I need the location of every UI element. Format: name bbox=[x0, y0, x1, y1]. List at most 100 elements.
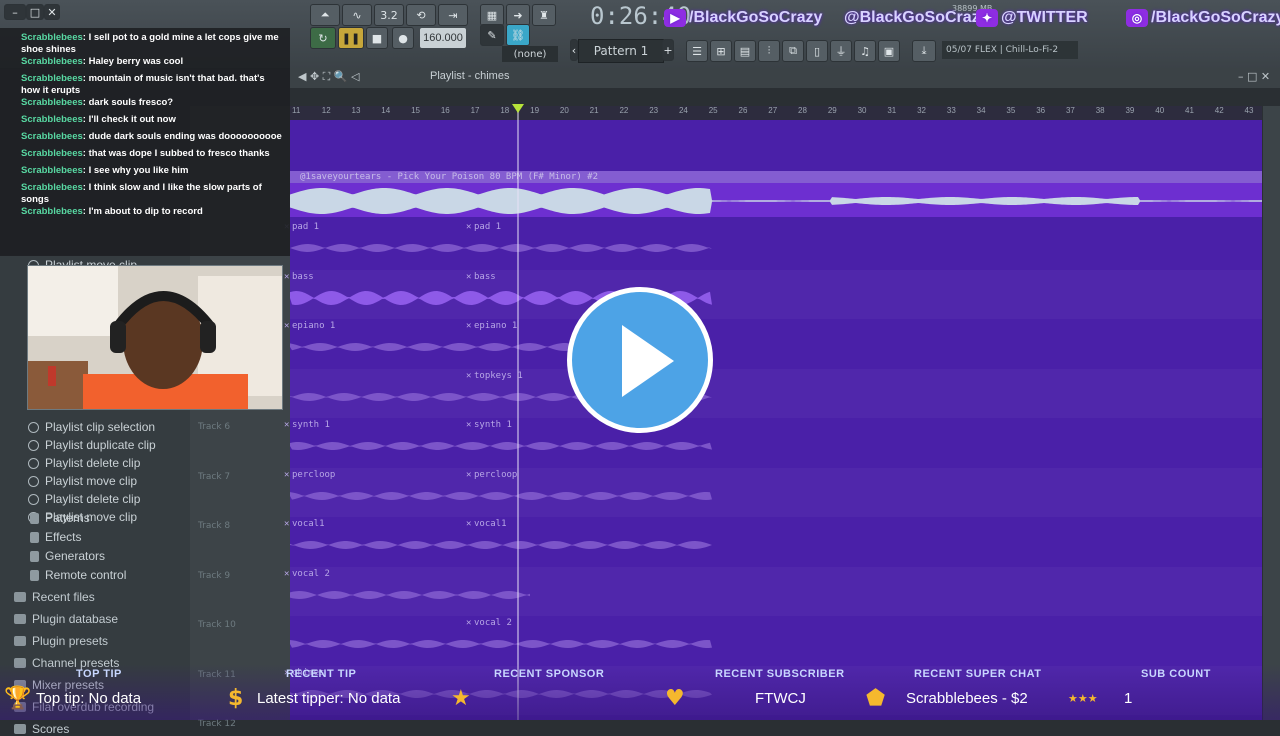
mic-icon[interactable]: ♫ bbox=[854, 40, 876, 62]
loop-record-icon[interactable]: ⟲ bbox=[406, 4, 436, 26]
clip-label[interactable]: epiano 1 bbox=[474, 321, 517, 331]
browser-icon[interactable]: ⧉ bbox=[782, 40, 804, 62]
clip-close-icon[interactable]: ✕ bbox=[466, 371, 471, 381]
clip-label[interactable]: epiano 1 bbox=[292, 321, 335, 331]
clip-label[interactable]: vocal1 bbox=[474, 519, 507, 529]
restore-icon[interactable]: □ bbox=[26, 4, 44, 20]
playlist-tools[interactable]: ◀ ✥ ⛶ 🔍 ◁ bbox=[298, 70, 360, 84]
vertical-scrollbar[interactable] bbox=[1263, 106, 1280, 720]
clip-label[interactable]: pad 1 bbox=[474, 222, 501, 232]
clip-close-icon[interactable]: ✕ bbox=[284, 321, 289, 331]
clip-label[interactable]: vocal1 bbox=[292, 519, 325, 529]
browser-section[interactable]: Plugin database bbox=[14, 612, 118, 626]
clip-close-icon[interactable]: ✕ bbox=[284, 569, 289, 579]
track-lane[interactable]: vocal1 ✕ vocal1 ✕ bbox=[284, 517, 1262, 566]
song-time-display[interactable]: 0:26:40 bbox=[590, 2, 691, 32]
channel-rack-icon[interactable]: ▤ bbox=[734, 40, 756, 62]
track-label[interactable]: Track 12 bbox=[198, 719, 236, 729]
pencil-icon[interactable]: ✎ bbox=[480, 24, 504, 46]
history-item[interactable]: Playlist duplicate clip bbox=[28, 438, 156, 452]
tempo-display[interactable]: 160.000 bbox=[420, 28, 466, 48]
clip-close-icon[interactable]: ✕ bbox=[284, 420, 289, 430]
clip-close-icon[interactable]: ✕ bbox=[466, 321, 471, 331]
clip-close-icon[interactable]: ✕ bbox=[466, 222, 471, 232]
folder-generators[interactable]: Generators bbox=[30, 549, 105, 563]
clip-label[interactable]: synth 1 bbox=[474, 420, 512, 430]
history-item[interactable]: Playlist clip selection bbox=[28, 420, 155, 434]
folder-patterns[interactable]: Patterns bbox=[30, 511, 90, 525]
track-label[interactable]: Track 6 bbox=[198, 422, 230, 432]
output-icon[interactable]: ⏚ bbox=[830, 40, 852, 62]
clip-close-icon[interactable]: ✕ bbox=[466, 618, 471, 628]
playlist-window-controls[interactable]: – □ ✕ bbox=[1238, 70, 1270, 83]
track-label[interactable]: Track 7 bbox=[198, 472, 230, 482]
browser-section[interactable]: Scores bbox=[14, 722, 69, 736]
playhead-marker[interactable] bbox=[512, 104, 524, 113]
pattern-add-icon[interactable]: + bbox=[662, 39, 674, 61]
metronome-icon[interactable]: ⏶ bbox=[310, 4, 340, 26]
clip-close-icon[interactable]: ✕ bbox=[466, 519, 471, 529]
track-lane[interactable]: vocal 2 ✕ bbox=[290, 616, 1262, 665]
close-icon[interactable]: ✕ bbox=[44, 4, 60, 20]
playlist-icon[interactable]: ☰ bbox=[686, 40, 708, 62]
pattern-song-toggle[interactable]: ↻ bbox=[310, 27, 336, 49]
clip-label[interactable]: vocal 2 bbox=[474, 618, 512, 628]
history-item[interactable]: Playlist delete clip bbox=[28, 456, 140, 470]
timeline-ruler[interactable]: 11 12 13 14 15 16 17 18 19 20 21 22 23 24 25 26 27 28 29 30… bbox=[290, 106, 1262, 120]
download-icon[interactable]: ⤓ bbox=[912, 40, 936, 62]
track-lane[interactable]: vocal 2 ✕ bbox=[284, 567, 1262, 616]
snap-selector[interactable]: (none) bbox=[502, 46, 558, 62]
pattern-prev-icon[interactable]: ‹ bbox=[570, 39, 578, 61]
clip-label[interactable]: bass bbox=[474, 272, 496, 282]
cpu-icon[interactable]: ♜ bbox=[532, 4, 556, 26]
clip-label[interactable]: percloop bbox=[292, 470, 335, 480]
browser-section[interactable]: Recent files bbox=[14, 590, 95, 604]
wait-icon[interactable]: ∿ bbox=[342, 4, 372, 26]
minimize-icon[interactable]: – bbox=[4, 4, 26, 20]
stop-button[interactable]: ■ bbox=[366, 27, 388, 49]
clip-close-icon[interactable]: ✕ bbox=[284, 470, 289, 480]
track-lane[interactable]: epiano 1 ✕ epiano 1 ✕ bbox=[284, 319, 1262, 368]
track-lane[interactable]: bass ✕ bass ✕ bbox=[284, 270, 1262, 319]
step-icon[interactable]: ⇥ bbox=[438, 4, 468, 26]
plugin-icon[interactable]: ▯ bbox=[806, 40, 828, 62]
mixer-icon[interactable]: ⫶ bbox=[758, 40, 780, 62]
folder-remote-control[interactable]: Remote control bbox=[30, 568, 126, 582]
playhead[interactable] bbox=[517, 106, 519, 720]
edit-value[interactable]: 3.2 bbox=[374, 4, 404, 26]
clip-label[interactable]: topkeys 1 bbox=[474, 371, 523, 381]
clip-close-icon[interactable]: ✕ bbox=[284, 519, 289, 529]
track-label[interactable]: Track 10 bbox=[198, 620, 236, 630]
keyboard-icon[interactable]: ▦ bbox=[480, 4, 504, 26]
clip-close-icon[interactable]: ✕ bbox=[284, 272, 289, 282]
piano-roll-icon[interactable]: ⊞ bbox=[710, 40, 732, 62]
track-lane[interactable]: percloop ✕ percloop ✕ bbox=[284, 468, 1262, 517]
template-icon[interactable]: ▣ bbox=[878, 40, 900, 62]
folder-effects[interactable]: Effects bbox=[30, 530, 81, 544]
arrow-right-icon[interactable]: ➜ bbox=[506, 4, 530, 26]
clip-label[interactable]: pad 1 bbox=[292, 222, 319, 232]
clip-label[interactable]: percloop bbox=[474, 470, 517, 480]
history-icon bbox=[28, 439, 39, 451]
clip-label[interactable]: synth 1 bbox=[292, 420, 330, 430]
link-icon[interactable]: ⛓ bbox=[506, 24, 530, 46]
clip-close-icon[interactable]: ✕ bbox=[466, 470, 471, 480]
pause-button[interactable]: ❚❚ bbox=[338, 27, 364, 49]
clip-close-icon[interactable]: ✕ bbox=[466, 272, 471, 282]
track-label[interactable]: Track 9 bbox=[198, 571, 230, 581]
video-play-button[interactable] bbox=[567, 287, 713, 433]
track-label[interactable]: Track 8 bbox=[198, 521, 230, 531]
history-item[interactable]: Playlist move clip bbox=[28, 474, 137, 488]
clip-label[interactable]: bass bbox=[292, 272, 314, 282]
clip-close-icon[interactable]: ✕ bbox=[466, 420, 471, 430]
track-lane[interactable]: synth 1 ✕ synth 1 ✕ bbox=[284, 418, 1262, 467]
ruler-tick: 35 bbox=[1006, 106, 1016, 115]
browser-section[interactable]: Plugin presets bbox=[14, 634, 108, 648]
audio-clip-main[interactable]: @1saveyourtears - Pick Your Poison 80 BP… bbox=[290, 171, 1262, 217]
history-item[interactable]: Playlist delete clip bbox=[28, 492, 140, 506]
pattern-selector[interactable]: Pattern 1 bbox=[578, 39, 664, 63]
track-lane[interactable]: topkeys 1 ✕ bbox=[290, 369, 1262, 418]
clip-label[interactable]: vocal 2 bbox=[292, 569, 330, 579]
track-lane[interactable]: pad 1✕pad 1✕ bbox=[284, 220, 1262, 269]
record-button[interactable]: ● bbox=[392, 27, 414, 49]
